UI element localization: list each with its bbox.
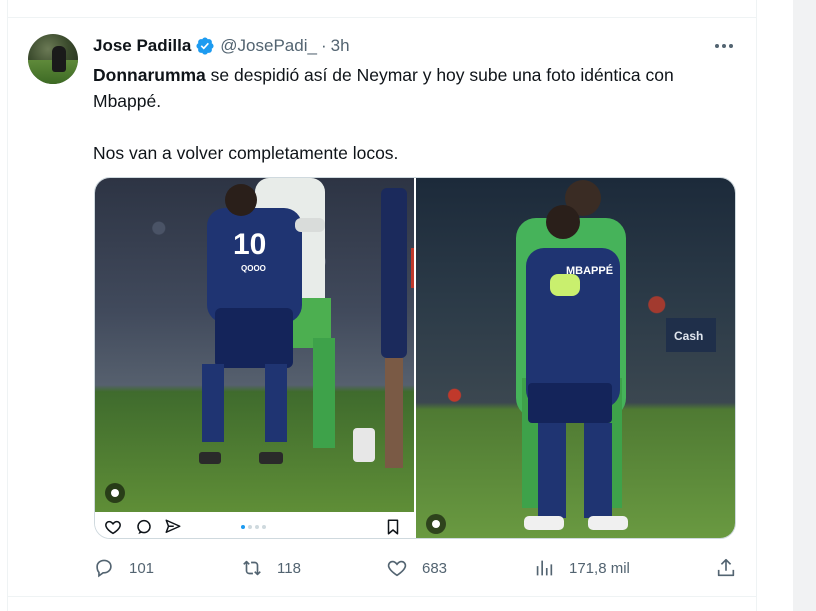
feed-border-right bbox=[756, 0, 757, 611]
mention-bold: Donnarumma bbox=[93, 65, 206, 85]
send-plane-icon[interactable] bbox=[164, 518, 182, 536]
shirt-name-mbappe: MBAPPÉ bbox=[566, 264, 613, 277]
tweet-text: Donnarumma se despidió así de Neymar y h… bbox=[93, 62, 743, 166]
share-button[interactable] bbox=[715, 554, 737, 582]
media-carousel[interactable]: 10 QOOO Cash MBAPPÉ bbox=[94, 177, 736, 539]
players-left: 10 QOOO bbox=[199, 178, 414, 468]
repost-button[interactable]: 118 bbox=[241, 554, 301, 582]
like-button[interactable]: 683 bbox=[386, 554, 447, 582]
ad-board-text: Cash bbox=[674, 329, 703, 343]
bar-chart-icon bbox=[536, 560, 553, 576]
players-right: Cash MBAPPÉ bbox=[516, 180, 716, 530]
tweet-paragraph-2: Nos van a volver completamente locos. bbox=[93, 143, 399, 163]
action-bar: 101 118 683 171,8 mil bbox=[93, 554, 743, 582]
carousel-dot[interactable] bbox=[255, 525, 259, 529]
repost-count: 118 bbox=[277, 559, 301, 577]
carousel-dots[interactable] bbox=[241, 525, 266, 529]
person-tag-icon[interactable] bbox=[105, 483, 125, 503]
carousel-controls bbox=[95, 512, 414, 538]
header-separator: · bbox=[320, 36, 327, 55]
repost-arrows-icon bbox=[243, 560, 261, 576]
heart-icon bbox=[387, 560, 407, 577]
carousel-dot[interactable] bbox=[262, 525, 266, 529]
views-button[interactable]: 171,8 mil bbox=[533, 554, 630, 582]
carousel-dot-active[interactable] bbox=[241, 525, 245, 529]
avatar-figure bbox=[52, 46, 66, 72]
timestamp[interactable]: 3h bbox=[331, 36, 350, 56]
ellipsis-icon[interactable] bbox=[713, 36, 735, 56]
verified-badge-icon[interactable] bbox=[195, 36, 215, 56]
share-upload-icon bbox=[717, 558, 735, 577]
speech-bubble-icon[interactable] bbox=[135, 518, 153, 536]
like-count: 683 bbox=[422, 559, 448, 577]
tweet[interactable]: Jose Padilla @JosePadi_ · 3h Donnarumma … bbox=[8, 18, 756, 596]
heart-icon[interactable] bbox=[104, 518, 122, 536]
author-handle[interactable]: @JosePadi_ bbox=[220, 36, 317, 56]
views-count: 171,8 mil bbox=[569, 559, 630, 577]
tweet-header: Jose Padilla @JosePadi_ · 3h bbox=[93, 35, 350, 57]
shirt-number-10: 10 bbox=[233, 228, 266, 261]
avatar[interactable] bbox=[28, 34, 78, 84]
shirt-sponsor: QOOO bbox=[241, 264, 266, 273]
bottom-divider bbox=[8, 596, 756, 597]
person-tag-icon[interactable] bbox=[426, 514, 446, 534]
speech-bubble-icon bbox=[96, 559, 112, 578]
author-name[interactable]: Jose Padilla bbox=[93, 36, 191, 56]
reply-count: 101 bbox=[129, 559, 155, 577]
tweet-paragraph-1: Donnarumma se despidió así de Neymar y h… bbox=[93, 62, 743, 114]
right-gutter bbox=[793, 0, 816, 611]
reply-button[interactable]: 101 bbox=[93, 554, 154, 582]
carousel-dot[interactable] bbox=[248, 525, 252, 529]
photo-neymar-hug[interactable]: 10 QOOO bbox=[95, 178, 414, 512]
photo-mbappe-hug[interactable]: Cash MBAPPÉ bbox=[416, 178, 735, 538]
bookmark-icon[interactable] bbox=[384, 518, 402, 536]
